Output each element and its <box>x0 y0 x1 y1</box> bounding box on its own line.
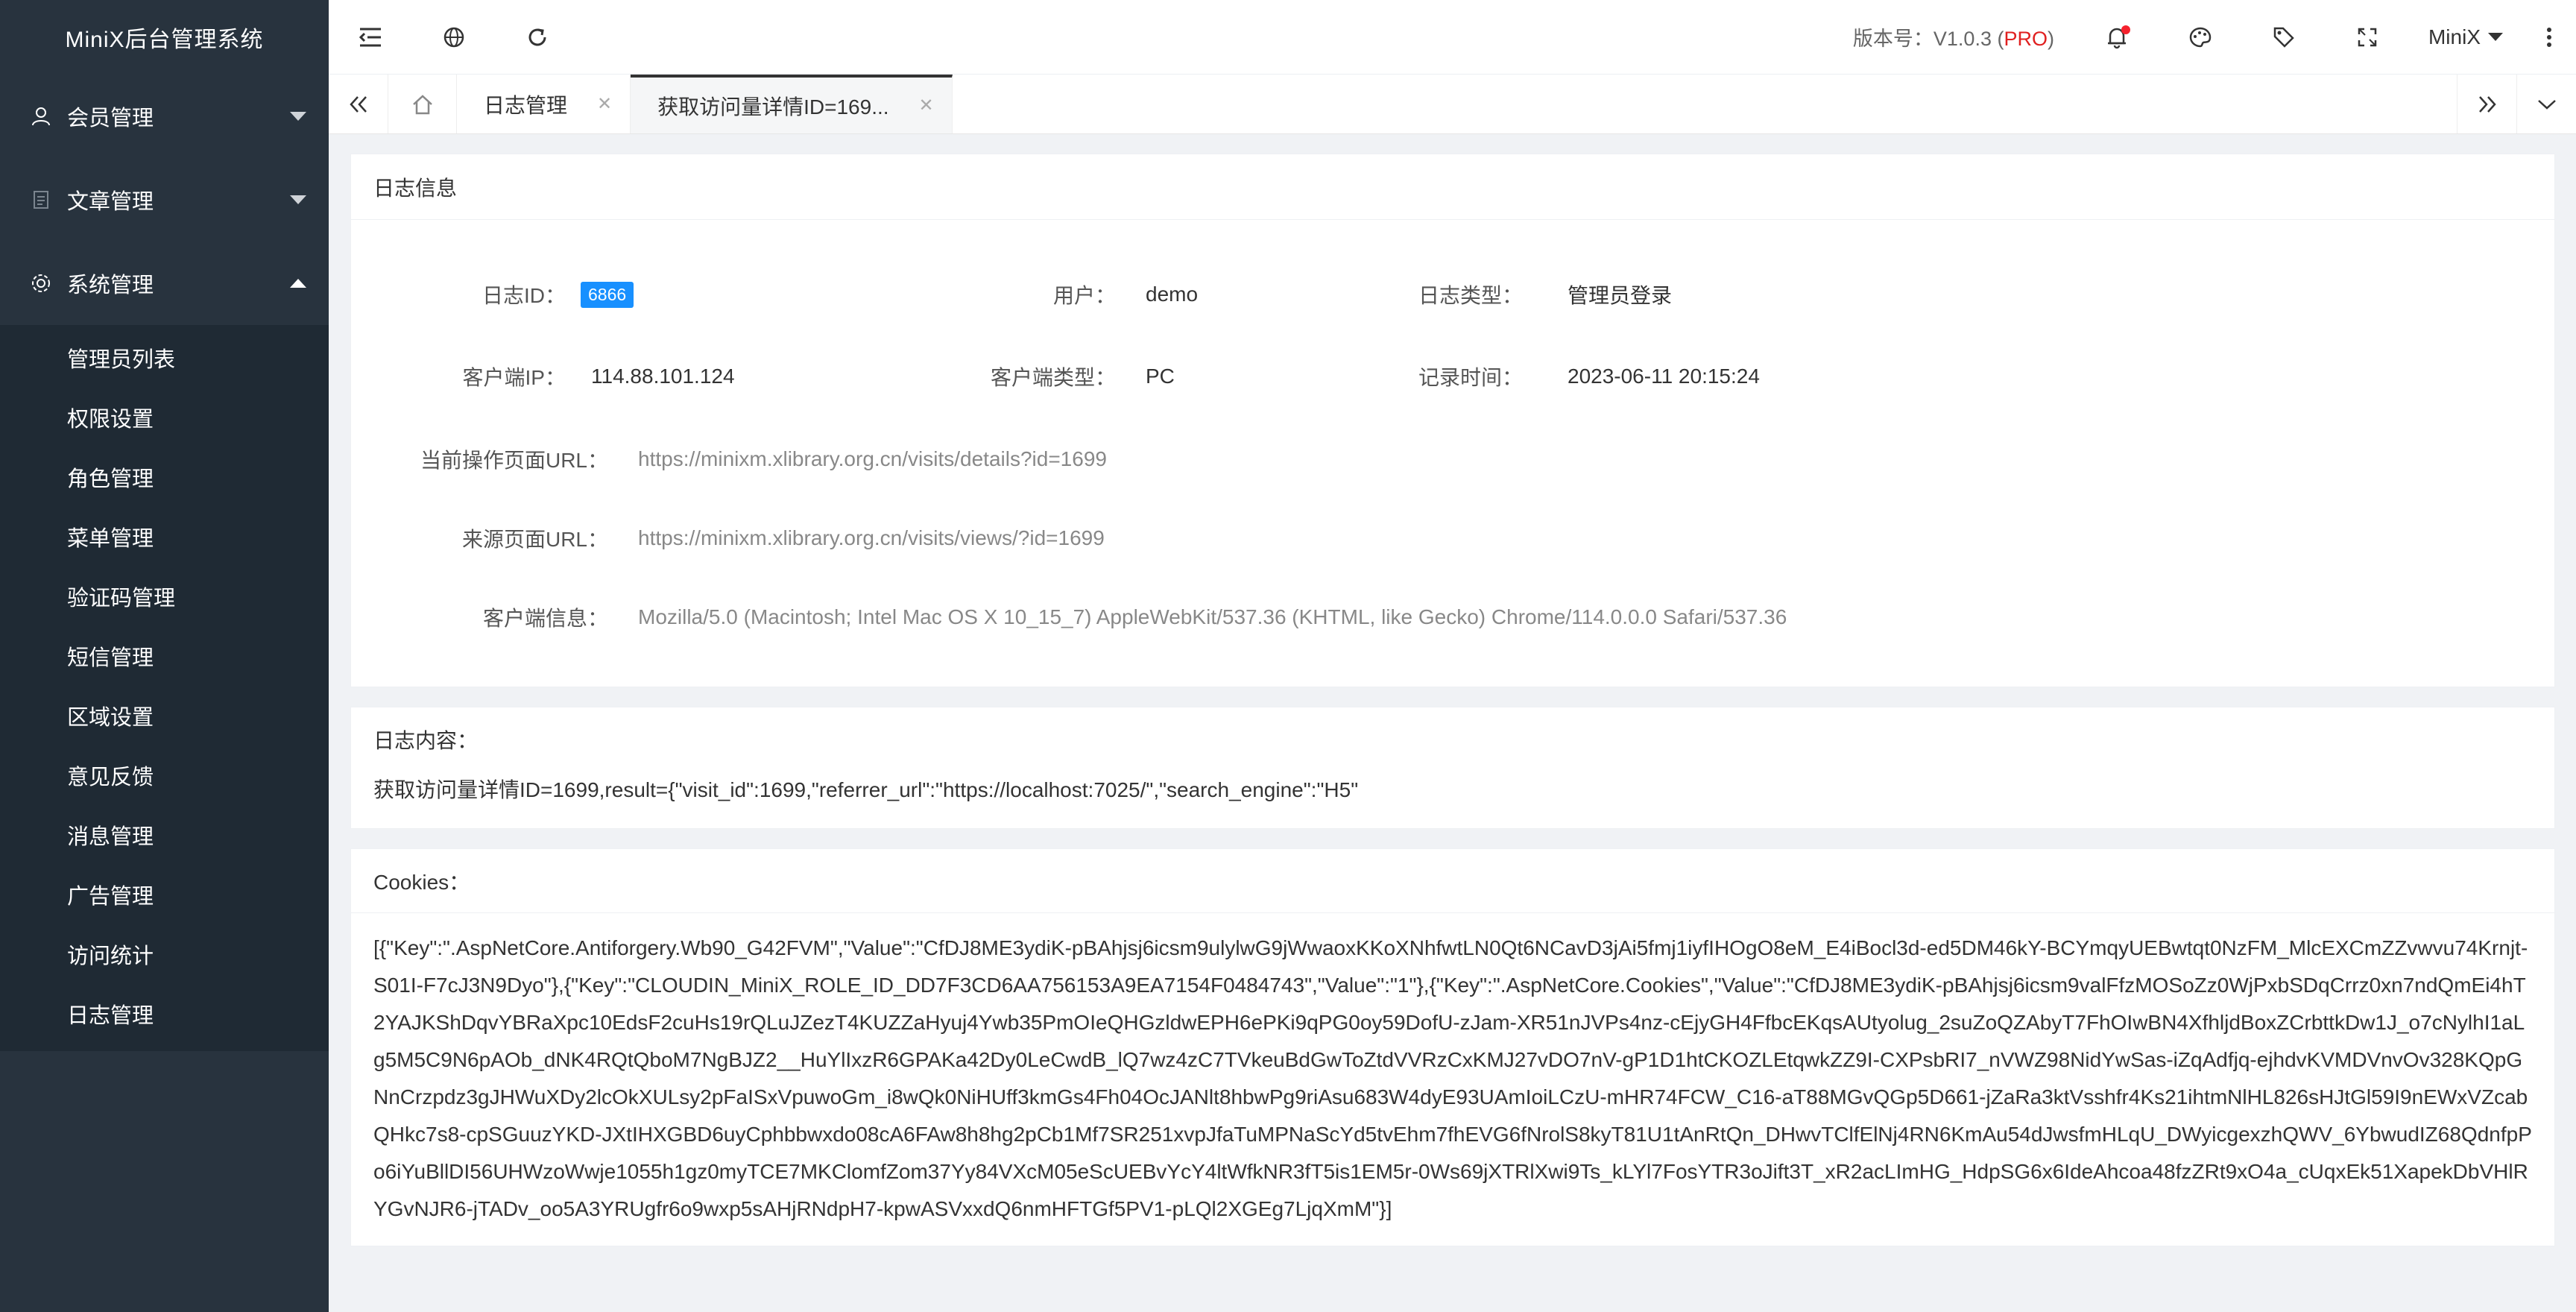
tab-options-button[interactable] <box>2516 75 2576 133</box>
tab-bar: 日志管理 ✕ 获取访问量详情ID=169... ✕ <box>329 75 2576 134</box>
document-icon <box>28 187 54 212</box>
pro-badge: PRO <box>2004 28 2048 50</box>
tag-button[interactable] <box>2242 0 2326 75</box>
info-row: 日志ID： 6866 用户： demo 日志类型： 管理员登录 <box>351 256 2554 333</box>
sidebar-item-roles[interactable]: 角色管理 <box>0 447 329 507</box>
sidebar-item-visit-stats[interactable]: 访问统计 <box>0 924 329 984</box>
close-icon[interactable]: ✕ <box>597 93 612 115</box>
double-chevron-right-icon <box>2478 95 2496 113</box>
username: MiniX <box>2428 25 2481 48</box>
more-button[interactable] <box>2522 0 2576 75</box>
user-value: demo <box>1146 283 1199 306</box>
sidebar-group-label: 会员管理 <box>67 107 154 130</box>
info-row: 当前操作页面URL： https://minixm.xlibrary.org.c… <box>351 420 2554 499</box>
user-menu[interactable]: MiniX <box>2409 0 2522 75</box>
tab-visit-detail[interactable]: 获取访问量详情ID=169... ✕ <box>631 75 953 133</box>
tab-label: 获取访问量详情ID=169... <box>657 95 889 119</box>
sidebar-item-captcha[interactable]: 验证码管理 <box>0 567 329 626</box>
notification-dot <box>2121 25 2130 34</box>
log-type-value: 管理员登录 <box>1568 284 1673 307</box>
refresh-icon <box>528 28 546 45</box>
record-time-label: 记录时间： <box>1418 366 1524 389</box>
top-header: 版本号：V1.0.3 (PRO) MiniX <box>329 0 2576 75</box>
log-info-grid: 日志ID： 6866 用户： demo 日志类型： 管理员登录 客户端IP： 1… <box>351 220 2554 687</box>
close-icon[interactable]: ✕ <box>919 95 934 116</box>
info-row: 来源页面URL： https://minixm.xlibrary.org.cn/… <box>351 499 2554 578</box>
system-submenu: 管理员列表 权限设置 角色管理 菜单管理 验证码管理 短信管理 区域设置 意见反… <box>0 325 329 1051</box>
user-icon <box>28 104 54 129</box>
client-ip-value: 114.88.101.124 <box>591 365 735 388</box>
sidebar-item-logs[interactable]: 日志管理 <box>0 984 329 1044</box>
client-info-value: Mozilla/5.0 (Macintosh; Intel Mac OS X 1… <box>638 605 1787 628</box>
card-title: 日志信息 <box>351 154 2554 220</box>
page-url-label: 当前操作页面URL： <box>420 449 608 472</box>
gear-icon <box>28 271 54 296</box>
sidebar-group-label: 文章管理 <box>67 190 154 214</box>
sidebar-item-ads[interactable]: 广告管理 <box>0 865 329 924</box>
collapse-menu-button[interactable] <box>329 0 412 75</box>
referrer-url-value: https://minixm.xlibrary.org.cn/visits/vi… <box>638 526 1105 549</box>
home-icon <box>412 94 432 114</box>
caret-down-icon <box>2488 33 2503 41</box>
tag-icon <box>2273 27 2294 48</box>
sidebar-item-menus[interactable]: 菜单管理 <box>0 507 329 567</box>
card-title: Cookies： <box>351 849 2554 913</box>
globe-icon <box>443 27 464 47</box>
brand-title: MiniX后台管理系统 <box>0 0 329 75</box>
log-content-card: 日志内容： 获取访问量详情ID=1699,result={"visit_id":… <box>350 707 2555 829</box>
sidebar-item-feedback[interactable]: 意见反馈 <box>0 745 329 805</box>
home-tab[interactable] <box>388 75 457 133</box>
tab-log-management[interactable]: 日志管理 ✕ <box>457 75 631 133</box>
sidebar-item-regions[interactable]: 区域设置 <box>0 686 329 745</box>
refresh-button[interactable] <box>496 0 579 75</box>
chevron-up-icon <box>290 279 306 288</box>
palette-icon <box>2189 27 2212 47</box>
cookies-text: [{"Key":".AspNetCore.Antiforgery.Wb90_G4… <box>373 936 2532 1220</box>
log-id-value: 6866 <box>566 281 634 308</box>
card-title: 日志内容： <box>373 729 479 752</box>
sidebar-group-system[interactable]: 系统管理 <box>0 242 329 325</box>
more-vertical-icon <box>2547 27 2551 47</box>
scroll-tabs-right-button[interactable] <box>2457 75 2516 133</box>
record-time-value: 2023-06-11 20:15:24 <box>1568 365 1760 388</box>
log-info-card: 日志信息 日志ID： 6866 用户： demo 日志类型： 管理员登录 客户端… <box>350 154 2555 687</box>
info-row: 客户端IP： 114.88.101.124 客户端类型： PC 记录时间： 20… <box>351 333 2554 420</box>
scroll-tabs-left-button[interactable] <box>329 75 388 133</box>
tab-label: 日志管理 <box>484 93 568 117</box>
menu-fold-icon <box>359 28 381 46</box>
notification-button[interactable] <box>2075 0 2159 75</box>
sidebar: MiniX后台管理系统 会员管理 文章管理 系统管理 管理员列表 权限设置 角色… <box>0 0 329 1312</box>
log-id-label: 日志ID： <box>482 284 566 307</box>
chevron-down-icon <box>2537 99 2556 110</box>
theme-button[interactable] <box>2159 0 2242 75</box>
sidebar-item-permissions[interactable]: 权限设置 <box>0 388 329 447</box>
client-type-label: 客户端类型： <box>990 366 1116 389</box>
sidebar-item-messages[interactable]: 消息管理 <box>0 805 329 865</box>
page-url-value: https://minixm.xlibrary.org.cn/visits/de… <box>638 447 1107 470</box>
client-info-label: 客户端信息： <box>482 607 608 630</box>
user-label: 用户： <box>1052 284 1116 307</box>
double-chevron-left-icon <box>349 95 367 113</box>
client-type-value: PC <box>1146 365 1175 388</box>
sidebar-item-sms[interactable]: 短信管理 <box>0 626 329 686</box>
info-row: 客户端信息： Mozilla/5.0 (Macintosh; Intel Mac… <box>351 578 2554 657</box>
log-id-badge: 6866 <box>581 281 634 308</box>
chevron-down-icon <box>290 195 306 204</box>
chevron-down-icon <box>290 112 306 121</box>
client-ip-label: 客户端IP： <box>462 366 566 389</box>
version-info: 版本号：V1.0.3 (PRO) <box>1852 28 2054 50</box>
fullscreen-icon <box>2358 28 2377 46</box>
log-type-label: 日志类型： <box>1418 284 1524 307</box>
fullscreen-button[interactable] <box>2326 0 2409 75</box>
sidebar-group-label: 系统管理 <box>67 274 154 297</box>
language-button[interactable] <box>412 0 496 75</box>
log-content-text: 获取访问量详情ID=1699,result={"visit_id":1699,"… <box>373 778 1359 801</box>
referrer-url-label: 来源页面URL： <box>461 528 608 551</box>
sidebar-item-admin-list[interactable]: 管理员列表 <box>0 328 329 388</box>
sidebar-group-members[interactable]: 会员管理 <box>0 75 329 158</box>
sidebar-group-articles[interactable]: 文章管理 <box>0 158 329 242</box>
cookies-card: Cookies： [{"Key":".AspNetCore.Antiforger… <box>350 848 2555 1246</box>
main-content: 日志信息 日志ID： 6866 用户： demo 日志类型： 管理员登录 客户端… <box>350 154 2555 1267</box>
